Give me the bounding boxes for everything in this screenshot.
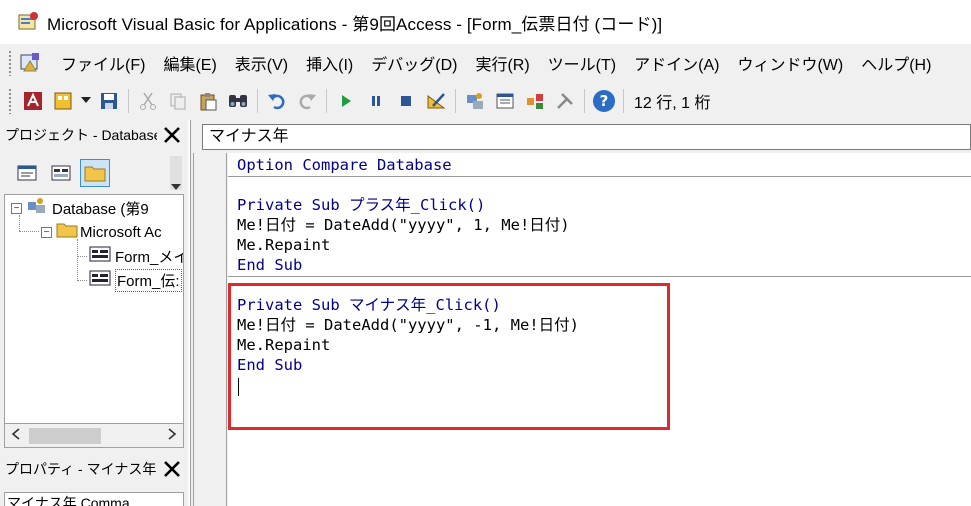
code-margin-indicator-bar[interactable] [194, 153, 227, 506]
code-text: Private Sub プラス年_Click() [237, 196, 486, 214]
pause-icon[interactable] [363, 88, 389, 114]
paste-icon[interactable] [195, 88, 221, 114]
window-title: Microsoft Visual Basic for Applications … [47, 14, 663, 34]
menu-bar: ファイル(F) 編集(E) 表示(V) 挿入(I) デバッグ(D) 実行(R) … [0, 44, 971, 82]
chevron-down-icon[interactable] [80, 88, 92, 114]
menu-view[interactable]: 表示(V) [226, 51, 297, 75]
vba-app-icon[interactable] [15, 9, 41, 35]
menu-debug[interactable]: デバッグ(D) [362, 51, 466, 75]
copy-icon[interactable] [165, 88, 191, 114]
redo-icon[interactable] [294, 88, 320, 114]
view-access-icon[interactable] [20, 88, 46, 114]
procedure-separator [228, 276, 971, 277]
toolbar-separator [455, 89, 456, 113]
form-module-icon [89, 269, 111, 291]
code-text: Me!日付 = DateAdd("yyyy", 1, Me!日付) [237, 216, 570, 234]
tree-item-form-main[interactable]: Form_メイ [89, 245, 184, 267]
code-text: End Sub [237, 256, 303, 274]
tree-connector [19, 231, 39, 232]
toolbar-separator [584, 89, 585, 113]
toolbar-separator [326, 89, 327, 113]
menu-addins[interactable]: アドイン(A) [625, 51, 728, 75]
title-bar: Microsoft Visual Basic for Applications … [0, 0, 971, 44]
project-pane-title: プロジェクト - Database [5, 127, 157, 143]
annotation-highlight-box [228, 283, 670, 430]
collapse-icon[interactable]: − [11, 202, 22, 214]
code-line-sub-plus[interactable]: Private Sub プラス年_Click() [237, 195, 485, 215]
stop-icon[interactable] [393, 88, 419, 114]
view-code-icon[interactable] [12, 159, 42, 187]
menubar-grip[interactable] [8, 50, 12, 76]
tree-connector [77, 256, 87, 257]
code-text: Option Compare Database [237, 156, 452, 174]
menu-help[interactable]: ヘルプ(H) [852, 51, 940, 75]
view-object-icon[interactable] [46, 159, 76, 187]
object-browser-icon[interactable] [522, 88, 548, 114]
code-line[interactable]: End Sub [237, 255, 302, 275]
close-icon[interactable] [159, 456, 185, 482]
tree-item-database[interactable]: − Database (第9 [11, 197, 149, 219]
code-text: Me.Repaint [237, 236, 331, 254]
close-icon[interactable] [159, 122, 185, 148]
tree-connector [77, 239, 78, 281]
project-toolbar-scroll[interactable] [168, 154, 184, 194]
svg-text:?: ? [600, 92, 609, 110]
find-icon[interactable] [225, 88, 251, 114]
tree-item-form-denpyo[interactable]: Form_伝: [89, 268, 182, 292]
properties-window-icon[interactable] [492, 88, 518, 114]
left-panes: プロジェクト - Database − Database (第9 − Micro… [0, 120, 188, 506]
properties-pane-title: プロパティ - マイナス年 [5, 461, 157, 477]
menu-file[interactable]: ファイル(F) [52, 51, 154, 75]
tree-item-label: Database (第9 [52, 200, 149, 218]
cut-icon[interactable] [135, 88, 161, 114]
procedure-dropdown[interactable]: マイナス年 [202, 124, 971, 150]
collapse-icon[interactable]: − [41, 226, 52, 238]
form-module-icon [89, 245, 111, 267]
project-pane-header: プロジェクト - Database [0, 120, 188, 150]
toolbar-separator [128, 89, 129, 113]
menu-run[interactable]: 実行(R) [466, 51, 538, 75]
procedure-dropdown-value: マイナス年 [209, 128, 289, 145]
menu-tools[interactable]: ツール(T) [539, 51, 625, 75]
properties-object-select[interactable]: マイナス年 Comma [4, 492, 184, 506]
project-toolbar [0, 152, 188, 194]
menu-edit[interactable]: 編集(E) [154, 51, 225, 75]
toggle-folders-icon[interactable] [80, 159, 110, 187]
scroll-right-icon[interactable] [167, 427, 177, 444]
code-line-option[interactable]: Option Compare Database [237, 155, 452, 175]
tree-connector [19, 215, 20, 231]
tree-item-microsoft-access-objects[interactable]: − Microsoft Ac [41, 221, 162, 243]
insert-module-icon[interactable] [50, 88, 76, 114]
menu-window[interactable]: ウィンドウ(W) [728, 51, 852, 75]
project-tree: − Database (第9 − Microsoft Ac Form_メイ Fo… [4, 194, 184, 424]
tree-item-label: Form_伝: [115, 268, 182, 292]
project-explorer-icon[interactable] [462, 88, 488, 114]
tree-connector [77, 280, 87, 281]
properties-object-value: マイナス年 Comma [7, 495, 130, 506]
code-line[interactable]: Me.Repaint [237, 235, 330, 255]
design-mode-icon[interactable] [423, 88, 449, 114]
toolbar-grip[interactable] [8, 88, 12, 114]
folder-icon [56, 221, 78, 243]
save-icon[interactable] [96, 88, 122, 114]
code-line[interactable]: Me!日付 = DateAdd("yyyy", 1, Me!日付) [237, 215, 570, 235]
project-icon [26, 196, 50, 220]
run-icon[interactable] [333, 88, 359, 114]
standard-toolbar: ? 12 行, 1 桁 [0, 82, 971, 120]
properties-pane-header: プロパティ - マイナス年 [0, 454, 188, 484]
toolbar-separator [257, 89, 258, 113]
help-icon[interactable]: ? [591, 88, 617, 114]
toolbox-icon[interactable] [552, 88, 578, 114]
procedure-separator [228, 176, 971, 177]
undo-icon[interactable] [264, 88, 290, 114]
cursor-position: 12 行, 1 桁 [634, 95, 711, 112]
form-designer-icon[interactable] [18, 51, 42, 75]
scroll-left-icon[interactable] [11, 427, 21, 444]
tree-item-label: Form_メイ [115, 248, 184, 266]
project-tree-hscrollbar[interactable] [4, 424, 184, 448]
scrollbar-thumb[interactable] [29, 428, 101, 444]
toolbar-separator [623, 89, 624, 113]
menu-insert[interactable]: 挿入(I) [297, 51, 362, 75]
tree-item-label: Microsoft Ac [80, 223, 162, 241]
